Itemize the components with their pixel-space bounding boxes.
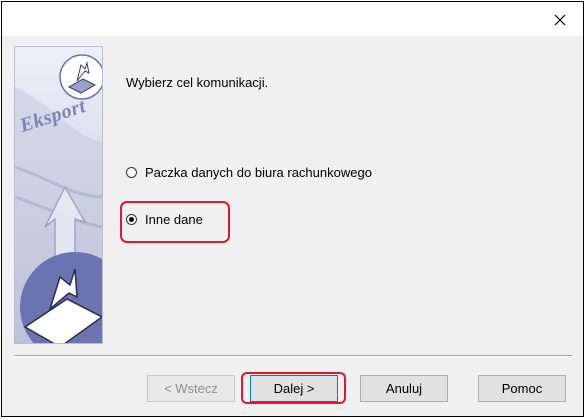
export-wizard-icon xyxy=(15,54,102,343)
highlight-next xyxy=(241,372,346,404)
cancel-button[interactable]: Anuluj xyxy=(360,375,448,402)
wizard-side-panel: Eksport xyxy=(14,46,103,344)
separator xyxy=(14,355,572,357)
close-button[interactable] xyxy=(549,9,571,31)
dialog-window: Eksport Wybierz cel komunikacji. Paczka … xyxy=(1,1,584,417)
prompt-text: Wybierz cel komunikacji. xyxy=(126,75,269,90)
close-icon xyxy=(554,14,566,26)
option-label: Paczka danych do biura rachunkowego xyxy=(145,165,372,180)
radio-button[interactable] xyxy=(126,167,137,178)
highlight-option xyxy=(120,201,230,243)
help-button[interactable]: Pomoc xyxy=(478,375,566,402)
title-bar xyxy=(2,2,583,36)
option-accounting-package[interactable]: Paczka danych do biura rachunkowego xyxy=(126,165,372,180)
back-button[interactable]: < Wstecz xyxy=(147,375,235,402)
